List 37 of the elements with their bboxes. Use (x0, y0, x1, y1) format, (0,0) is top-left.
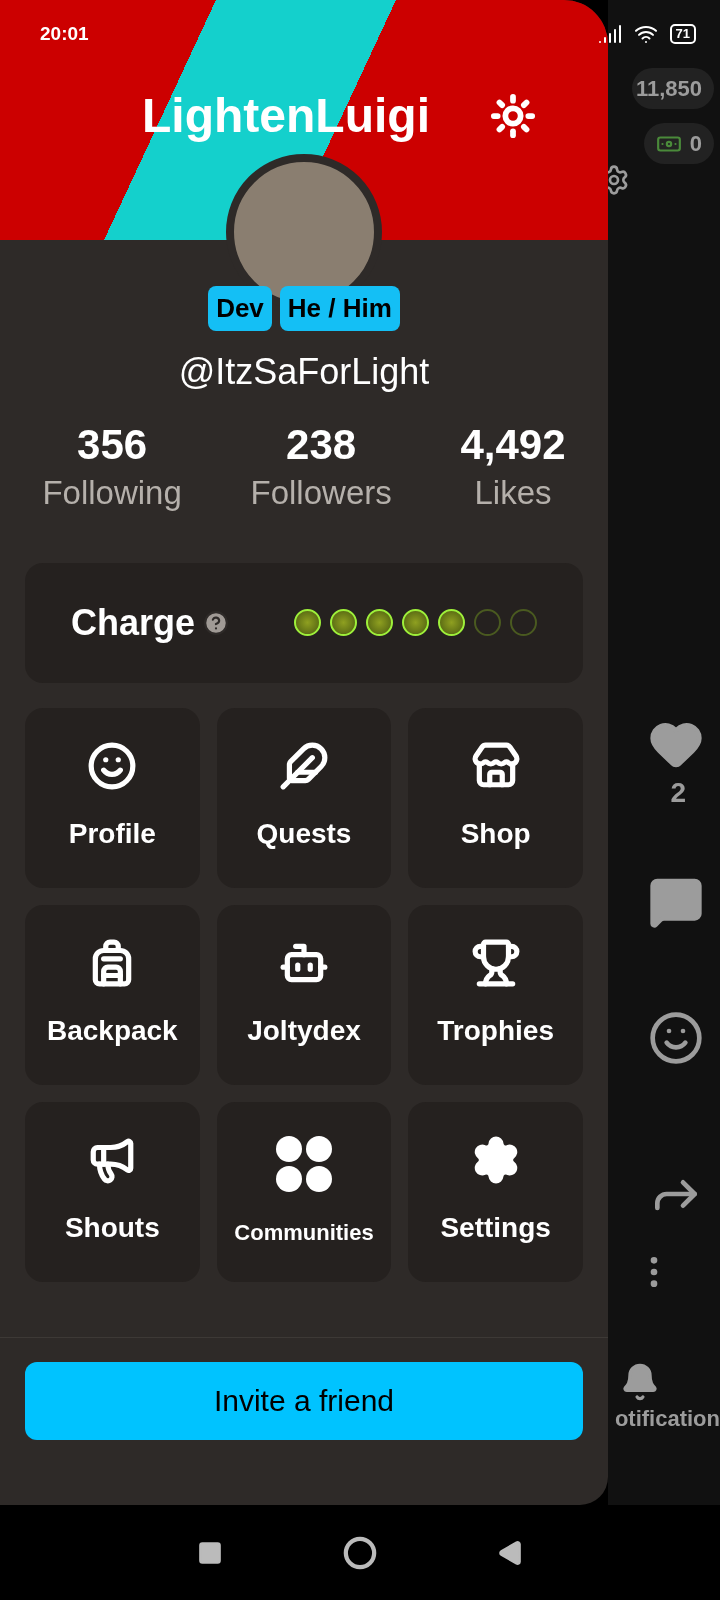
menu-tile[interactable]: Shop (408, 707, 583, 888)
menu-tile[interactable]: Quests (216, 707, 392, 888)
stat-label: Likes (474, 472, 552, 513)
bell-icon[interactable] (620, 1362, 660, 1402)
stat-label: Followers (250, 472, 392, 513)
home-icon[interactable] (343, 1535, 377, 1570)
battery-indicator: 71 (669, 24, 696, 45)
person-icon (87, 740, 138, 791)
menu-tile[interactable]: Joltydex (216, 904, 392, 1085)
menu-tile[interactable]: Communities (216, 1101, 392, 1282)
charge-label: Charge (71, 600, 196, 645)
trophy-icon (470, 937, 521, 988)
menu-tile[interactable]: Profile (25, 707, 200, 888)
theme-toggle-icon[interactable] (489, 93, 536, 139)
nav-label[interactable]: otification (614, 1402, 720, 1435)
menu-tile[interactable]: Trophies (408, 904, 583, 1085)
back-icon[interactable] (497, 1539, 523, 1566)
stat-value: 238 (286, 420, 357, 470)
recents-icon[interactable] (197, 1539, 223, 1566)
coin-balance: 11,850 (631, 68, 714, 109)
stat-value: 4,492 (460, 420, 566, 470)
help-icon[interactable] (203, 609, 230, 636)
quill-icon (279, 740, 329, 791)
clock: 20:01 (40, 22, 89, 46)
menu-tile[interactable]: Backpack (25, 904, 200, 1085)
cash-count: 0 (689, 130, 702, 158)
username-handle: @ItzSaForLight (178, 350, 430, 394)
sticker-icon[interactable] (648, 1010, 704, 1066)
role-badge: He / Him (279, 286, 400, 331)
like-count: 2 (670, 776, 686, 810)
menu-tile[interactable]: Settings (408, 1101, 583, 1282)
four-dots-icon (274, 1134, 334, 1195)
invite-button[interactable]: Invite a friend (25, 1361, 583, 1440)
menu-tile[interactable]: Shouts (25, 1101, 200, 1282)
stat-value: 356 (77, 420, 148, 470)
role-badge: Dev (208, 286, 272, 331)
stat-label: Following (42, 472, 182, 513)
